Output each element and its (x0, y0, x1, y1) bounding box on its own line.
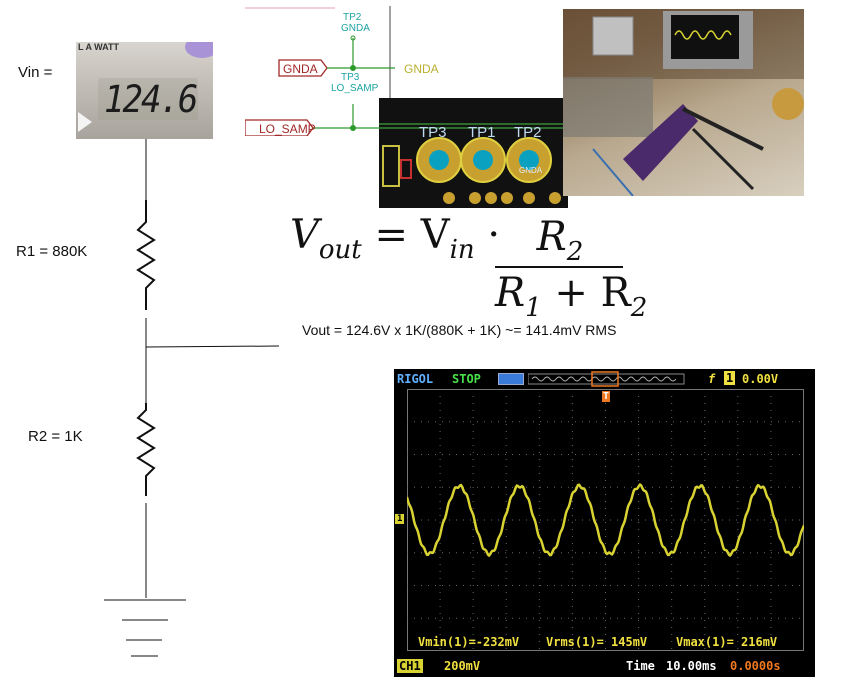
meter-arrow-icon (78, 112, 92, 132)
voltage-divider-formula: Vout = Vin · R2 R1 + R2 (290, 212, 647, 323)
trigger-edge-icon: f (708, 372, 716, 386)
pcb-tp3: TP3 (419, 124, 447, 141)
formula-lhs-sub: out (318, 235, 362, 265)
gnda-label: GNDA (283, 62, 318, 76)
formula-denominator: R1 + R2 (495, 270, 647, 323)
den-plus: + R (541, 270, 631, 316)
channel1-label: CH1 (397, 659, 423, 673)
meter-purple-knob (185, 42, 213, 58)
lo-samp-label: LO_SAMP (259, 122, 316, 136)
vout-calculation: Vout = 124.6V x 1K/(880K + 1K) ~= 141.4m… (302, 322, 617, 338)
trigger-level: 0.00V (742, 372, 779, 386)
wire-vout (145, 345, 280, 348)
tp3-net: LO_SAMP (331, 83, 379, 94)
pcb-tp1: TP1 (468, 124, 496, 141)
formula-numerator: R2 (495, 214, 625, 267)
scope-state: STOP (452, 372, 481, 386)
r2-label: R2 = 1K (28, 428, 83, 445)
vrms-readout: Vrms(1)= 145mV (546, 635, 648, 649)
resistor-r1 (136, 200, 156, 310)
resistor-r2 (136, 403, 156, 496)
vin-label: Vin = (18, 64, 53, 81)
num-r: R (536, 214, 567, 260)
time-scale: 10.00ms (666, 659, 717, 673)
channel1-scale: 200mV (444, 659, 481, 673)
fraction-bar (495, 266, 623, 268)
memory-depth-bar (528, 371, 685, 387)
waveform-trace (407, 483, 804, 558)
voltmeter-photo: L A WATT 124.6 (76, 42, 213, 139)
tp2-net: GNDA (341, 23, 370, 34)
pcb-render: TP3 TP1 TP2 GNDA (379, 98, 568, 208)
tp3-ref: TP3 (341, 72, 360, 83)
channel-marker: 1 (395, 514, 405, 524)
oscilloscope-screenshot: RIGOL STOP f 1 0.00V T 1 Vmin(1)=-232mV … (394, 369, 815, 677)
trigger-channel: 1 (724, 371, 736, 385)
den-r1-sub: 1 (525, 293, 542, 323)
vmin-readout: Vmin(1)=-232mV (418, 635, 520, 649)
formula-rhs-sub: in (449, 235, 475, 265)
num-sub: 2 (566, 237, 584, 267)
meter-reading: 124.6 (104, 78, 198, 122)
meter-brand: L A WATT (78, 42, 119, 52)
den-r1: R (495, 270, 526, 316)
kicad-drawing (245, 6, 395, 136)
tp2-ref: TP2 (343, 12, 362, 23)
pcb-tp2: TP2 (514, 124, 542, 141)
trigger-marker: T (602, 391, 611, 402)
scope-grid (407, 389, 804, 651)
scope-brand: RIGOL (397, 372, 434, 386)
bench-setup-photo (563, 9, 804, 196)
formula-lhs: V (290, 212, 319, 258)
time-label: Time (626, 659, 655, 673)
kicad-schematic-snippet: TP2 GNDA GNDA TP3 LO_SAMP LO_SAMP (245, 6, 395, 136)
vmax-readout: Vmax(1)= 216mV (676, 635, 778, 649)
trigger-offset: 0.0000s (730, 659, 781, 673)
pcb-pad-label: GNDA (519, 166, 543, 175)
formula-eq: = V (361, 212, 450, 258)
r1-label: R1 = 880K (16, 243, 88, 260)
gnda-right-label: GNDA (404, 62, 439, 76)
den-r2-sub: 2 (630, 293, 648, 323)
battery-icon (498, 373, 524, 385)
